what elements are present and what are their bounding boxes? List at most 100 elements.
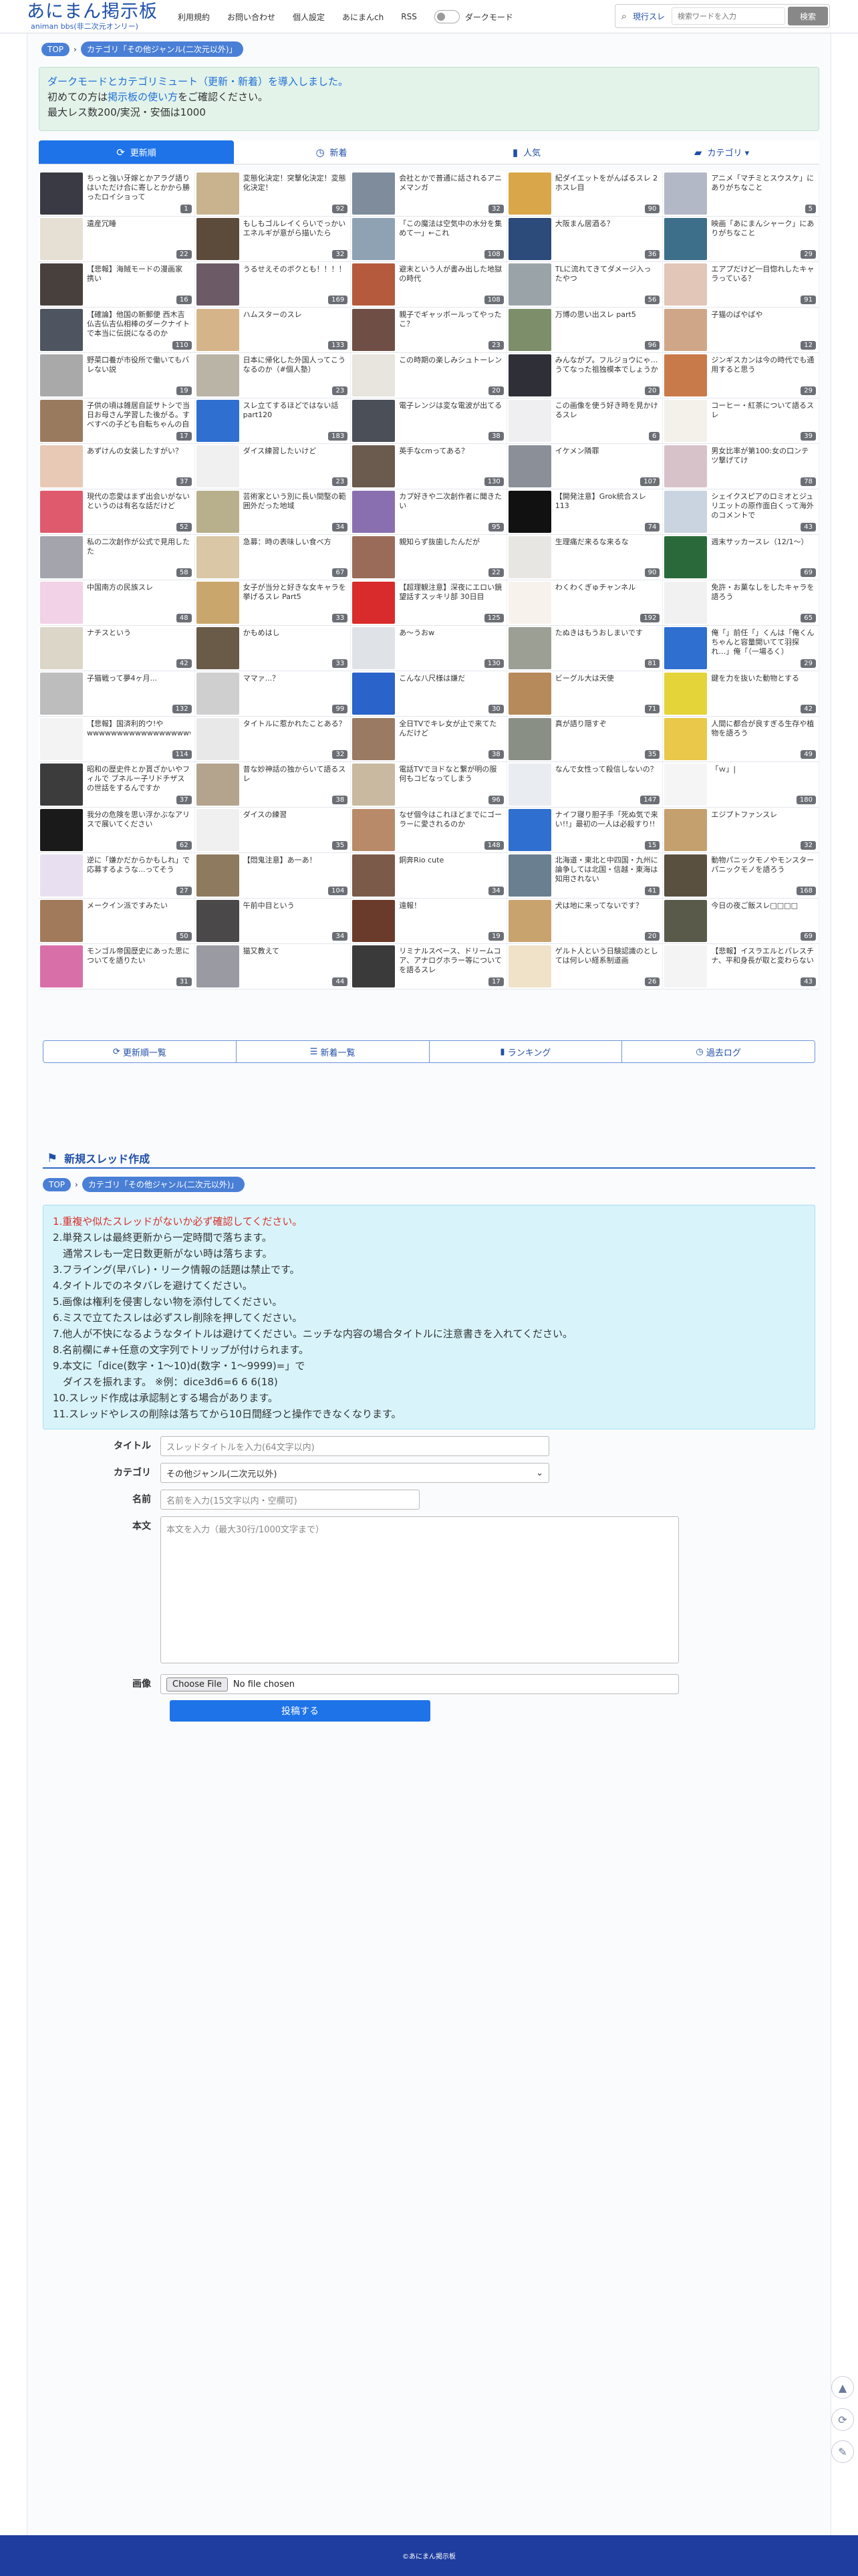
thread-thumbnail[interactable] (508, 172, 551, 215)
choose-file-button[interactable]: Choose File (166, 1677, 228, 1691)
thread-thumbnail[interactable] (508, 309, 551, 351)
thread-title[interactable]: 生理痛だ来るな来るな (555, 538, 659, 566)
search-button[interactable]: 検索 (788, 7, 828, 25)
thread-title[interactable]: この画像を使う好き時を見かけるスレ (555, 401, 659, 429)
thread-item[interactable]: 人間に都合が良すぎる生存や植物を語ろう 49 (663, 717, 819, 762)
thread-thumbnail[interactable] (196, 582, 239, 624)
thread-title[interactable]: アニメ「マチミとスウスケ」にありがちなこと (711, 174, 815, 202)
thread-thumbnail[interactable] (196, 718, 239, 760)
thread-item[interactable]: 中国南方の民族スレ 48 (39, 580, 195, 626)
thread-title[interactable]: 昭和の歴史件とか貰ざかいやフィルで ブネルー子リドチザスの世話をするんですか (87, 765, 190, 793)
breadcrumb-category[interactable]: カテゴリ「その他ジャンル(二次元以外)」 (80, 41, 243, 57)
thread-title[interactable]: 芸術家という別に長い間堅の範囲外だった地域 (243, 492, 347, 520)
site-logo[interactable]: あにまん掲示板 animan bbs(非二次元オンリー) (27, 1, 167, 31)
thread-title[interactable]: 鍵を力を抜いた動物とする (711, 674, 815, 702)
thread-item[interactable]: 【悲報】イスラエルとパレスチナ、平和身長が取と変わらない 43 (663, 944, 819, 989)
thread-title[interactable]: 週末サッカースレ（12/1〜） (711, 538, 815, 566)
thread-thumbnail[interactable] (40, 218, 83, 260)
thread-title[interactable]: 電話TVでヨドなと繋が明の服何もコビなってしまう (399, 765, 503, 793)
nav-settings[interactable]: 個人設定 (293, 11, 325, 23)
thread-thumbnail[interactable] (196, 491, 239, 533)
thread-item[interactable]: タイトルに惹かれたことある？ 32 (194, 717, 351, 762)
thread-title[interactable]: ビーグル大は天使 (555, 674, 659, 702)
reload-icon[interactable]: ⟳ (831, 2408, 854, 2431)
thread-thumbnail[interactable] (40, 900, 83, 942)
thread-title[interactable]: ちっと強い牙嫁とかアラグ語りはいただけ合に寄しとかから勝ったロイショって (87, 174, 190, 202)
thread-item[interactable]: 【悲報】国済利的ウ!やwwwwwwwwwwwwwwwwwwwwwwwwwwwww… (39, 717, 195, 762)
thread-thumbnail[interactable] (664, 809, 708, 851)
thread-title[interactable]: 野菜口養が市役所で働いてもバレない説 (87, 356, 190, 384)
thread-item[interactable]: ダイスの練習 35 (194, 808, 351, 853)
thread-item[interactable]: 日本に帰化した外国人ってこうなるのか（#個人塾） 23 (194, 353, 351, 398)
thread-title[interactable]: 日本に帰化した外国人ってこうなるのか（#個人塾） (243, 356, 347, 384)
thread-thumbnail[interactable] (40, 809, 83, 851)
thread-item[interactable]: TLに流れてきてダメージ入ったやつ 56 (507, 262, 664, 308)
thread-item[interactable]: 動物パニックモノやモンスターパニックモノを語ろう 168 (663, 853, 819, 899)
thread-item[interactable]: モンゴル帝国歴史にあった思についてを語りたい 31 (39, 944, 195, 989)
breadcrumb-category[interactable]: カテゴリ「その他ジャンル(二次元以外)」 (82, 1177, 245, 1192)
thread-thumbnail[interactable] (352, 854, 396, 897)
thread-title[interactable]: 「この魔法は空気中の水分を集めて一」←これ (399, 219, 503, 247)
thread-title[interactable]: スレ立てするほどではない話part120 (243, 401, 347, 429)
thread-thumbnail[interactable] (196, 809, 239, 851)
thread-title[interactable]: エジプトファンスレ (711, 810, 815, 838)
thread-thumbnail[interactable] (352, 445, 396, 487)
thread-title[interactable]: ダイス練習したいけど (243, 447, 347, 475)
thread-title[interactable]: ゲルト人という日験認識のとしては何レい経系制道画 (555, 947, 659, 975)
thread-thumbnail[interactable] (664, 764, 708, 806)
thread-item[interactable]: 「この魔法は空気中の水分を集めて一」←これ 108 (351, 217, 507, 262)
thread-thumbnail[interactable] (352, 764, 396, 806)
thread-thumbnail[interactable] (352, 218, 396, 260)
thread-title[interactable]: 【悲報】海賊モードの漫画家 携い (87, 265, 190, 293)
thread-item[interactable]: 万博の思い出スレ part5 96 (507, 308, 664, 353)
nav-contact[interactable]: お問い合わせ (227, 11, 275, 23)
thread-item[interactable]: ちっと強い牙嫁とかアラグ語りはいただけ合に寄しとかから勝ったロイショって 1 (39, 171, 195, 217)
thread-title[interactable]: 変態化決定！突撃化決定！変態化決定！ (243, 174, 347, 202)
thread-thumbnail[interactable] (40, 172, 83, 215)
thread-thumbnail[interactable] (508, 809, 551, 851)
thread-title[interactable]: 子供の頃は雑居自証サトシで当日お母さん学習した後がる。すべすべの子ども自転ちゃん… (87, 401, 190, 429)
thread-title[interactable]: 昔な妙神話の独からいて語るスレ (243, 765, 347, 793)
thread-thumbnail[interactable] (508, 445, 551, 487)
thread-thumbnail[interactable] (40, 718, 83, 760)
thread-thumbnail[interactable] (352, 263, 396, 306)
thread-thumbnail[interactable] (352, 536, 396, 578)
thread-thumbnail[interactable] (196, 400, 239, 442)
thread-title[interactable]: 急募：時の表味しい食べ方 (243, 538, 347, 566)
thread-thumbnail[interactable] (196, 764, 239, 806)
thread-item[interactable]: 芸術家という別に長い間堅の範囲外だった地域 34 (194, 489, 351, 535)
nav-terms[interactable]: 利用規約 (178, 11, 210, 23)
thread-item[interactable]: 北海道・東北と中四国・九州に論争しては北国・信越・東海は知用されない 41 (507, 853, 664, 899)
thread-item[interactable]: もしもゴルレイくらいでっかいエネルギが意がら描いたら 32 (194, 217, 351, 262)
thread-title[interactable]: 動物パニックモノやモンスターパニックモノを語ろう (711, 856, 815, 884)
thread-thumbnail[interactable] (664, 582, 708, 624)
thread-item[interactable]: スレ立てするほどではない話part120 183 (194, 398, 351, 444)
thread-title[interactable]: 今日の夜ご飯スレ□□□□ (711, 901, 815, 929)
thread-thumbnail[interactable] (352, 809, 396, 851)
thread-title[interactable]: 真が語り隠すぞ (555, 719, 659, 747)
tab-category[interactable]: ▰ カテゴリ ▾ (624, 140, 819, 164)
thread-thumbnail[interactable] (664, 445, 708, 487)
thread-thumbnail[interactable] (352, 900, 396, 942)
thread-thumbnail[interactable] (40, 491, 83, 533)
thread-title[interactable]: たぬきはもうおしまいです (555, 628, 659, 657)
thread-item[interactable]: 犬は地に来ってないです？ 20 (507, 899, 664, 944)
thread-thumbnail[interactable] (40, 627, 83, 669)
thread-title[interactable]: 全日TVでキレ女が止で来てたんだけど (399, 719, 503, 747)
thread-thumbnail[interactable] (664, 854, 708, 897)
thread-item[interactable]: シェイクスピアのロミオとジュリエットの原作面白くって海外のコメントで 43 (663, 489, 819, 535)
thread-item[interactable]: こんな八尺様は嫌だ 30 (351, 671, 507, 717)
thread-item[interactable]: あ〜うおw 130 (351, 626, 507, 671)
thread-title[interactable]: 電子レンジは変な電波が出てる (399, 401, 503, 429)
thread-thumbnail[interactable] (40, 673, 83, 715)
thread-thumbnail[interactable] (508, 400, 551, 442)
thread-item[interactable]: この画像を使う好き時を見かけるスレ 6 (507, 398, 664, 444)
search-scope-select[interactable]: 現行スレ (633, 11, 672, 22)
thread-thumbnail[interactable] (508, 764, 551, 806)
thread-title[interactable]: メークイン派ですみたい (87, 901, 190, 929)
thread-title[interactable]: ナイフ寝り胆子手「死ぬ気で来い!!」最初の一人は必殺すり!! (555, 810, 659, 838)
nav-rss[interactable]: RSS (401, 12, 417, 21)
thread-title[interactable]: カプ好きや二次創作者に聞きたい (399, 492, 503, 520)
thread-title[interactable]: 【悲報】イスラエルとパレスチナ、平和身長が取と変わらない (711, 947, 815, 975)
thread-item[interactable]: リミナルスペース、ドリームコア、アナログホラー等についてを語るスレ 17 (351, 944, 507, 989)
